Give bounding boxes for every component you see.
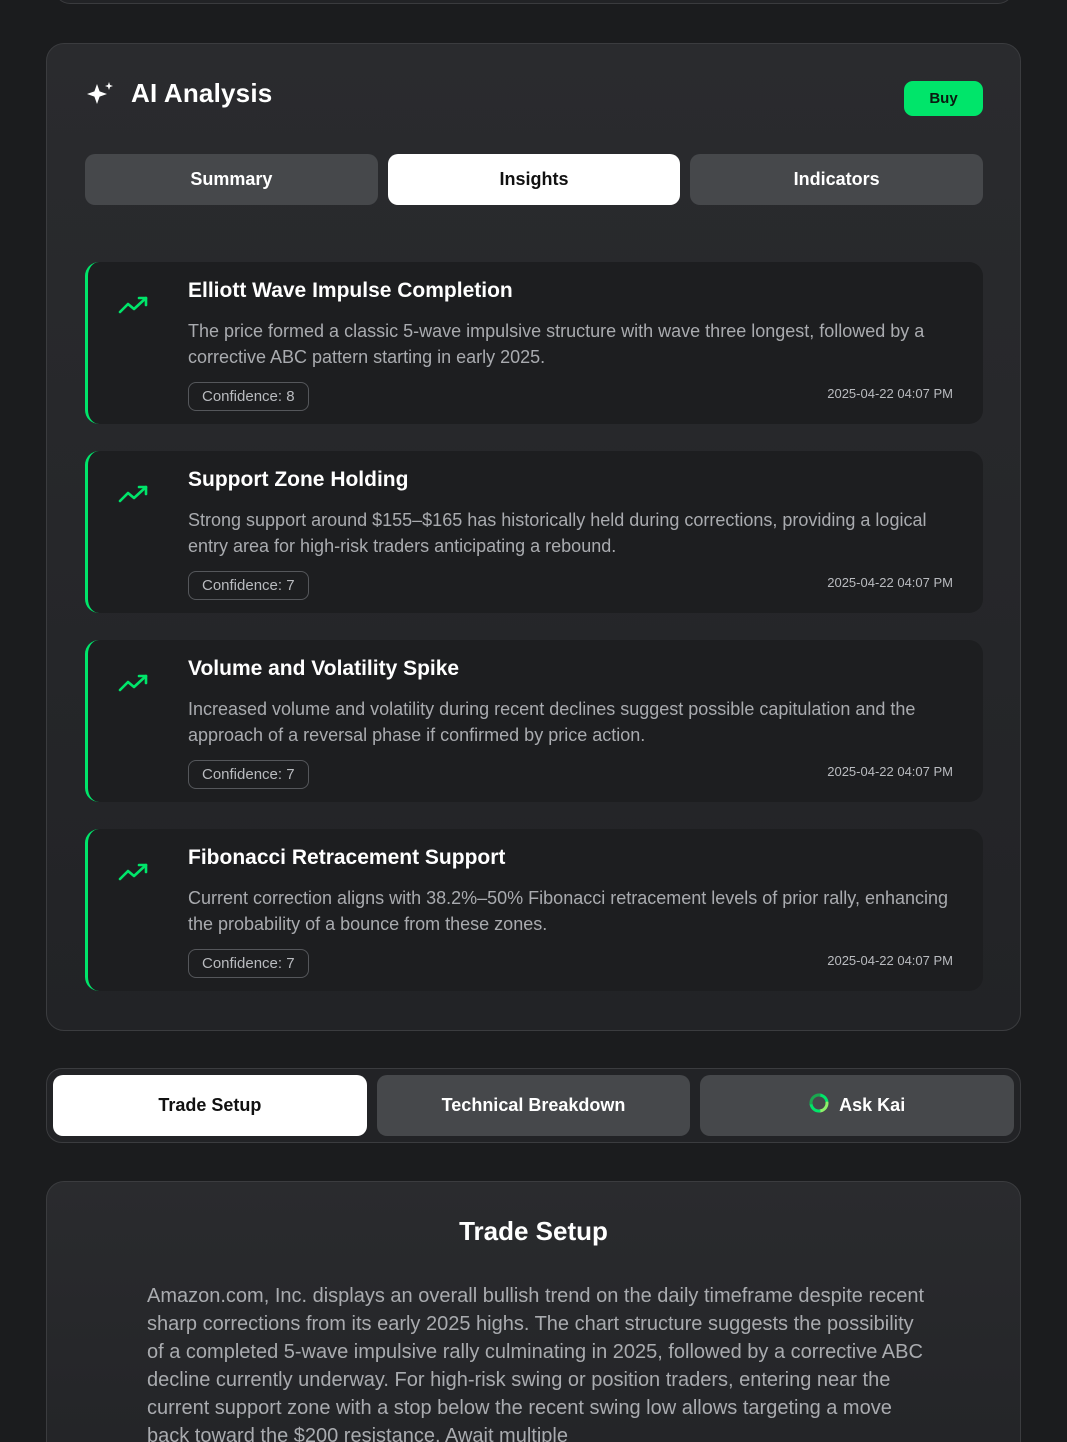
insight-description: Strong support around $155–$165 has hist… bbox=[188, 510, 927, 556]
sparkles-icon bbox=[85, 80, 117, 108]
tab-insights[interactable]: Insights bbox=[387, 154, 681, 205]
kai-icon bbox=[809, 1093, 829, 1118]
confidence-badge: Confidence: 7 bbox=[188, 571, 309, 600]
insight-title: Elliott Wave Impulse Completion bbox=[188, 279, 513, 302]
ai-analysis-header: AI Analysis bbox=[85, 78, 272, 109]
signal-badge: Buy bbox=[904, 81, 983, 116]
insight-title: Support Zone Holding bbox=[188, 468, 409, 491]
insight-description: Increased volume and volatility during r… bbox=[188, 699, 916, 745]
insight-timestamp: 2025-04-22 04:07 PM bbox=[827, 386, 953, 401]
trending-up-icon bbox=[118, 672, 150, 699]
insight-timestamp: 2025-04-22 04:07 PM bbox=[827, 575, 953, 590]
trade-setup-title: Trade Setup bbox=[459, 1216, 608, 1246]
trending-up-icon bbox=[118, 483, 150, 510]
tab-summary[interactable]: Summary bbox=[85, 154, 378, 205]
insight-title: Volume and Volatility Spike bbox=[188, 657, 460, 680]
ai-analysis-title: AI Analysis bbox=[131, 78, 273, 108]
confidence-badge: Confidence: 8 bbox=[188, 382, 309, 411]
insight-card: Fibonacci Retracement Support Current co… bbox=[85, 829, 983, 991]
tab-trade-setup[interactable]: Trade Setup bbox=[53, 1075, 367, 1136]
section-tabs: Trade Setup Technical Breakdown Ask Kai bbox=[46, 1068, 1021, 1143]
tab-ask-kai[interactable]: Ask Kai bbox=[700, 1075, 1015, 1136]
tab-label: Ask Kai bbox=[839, 1095, 906, 1115]
insight-timestamp: 2025-04-22 04:07 PM bbox=[827, 953, 953, 968]
confidence-badge: Confidence: 7 bbox=[188, 949, 309, 978]
tab-label: Trade Setup bbox=[158, 1095, 262, 1115]
tab-indicators[interactable]: Indicators bbox=[690, 154, 984, 205]
confidence-badge: Confidence: 7 bbox=[188, 760, 309, 789]
analysis-tabs: Summary Insights Indicators bbox=[85, 154, 984, 205]
insight-card: Volume and Volatility Spike Increased vo… bbox=[85, 640, 983, 802]
insights-list: Elliott Wave Impulse Completion The pric… bbox=[85, 262, 983, 1018]
insight-card: Elliott Wave Impulse Completion The pric… bbox=[85, 262, 983, 424]
trending-up-icon bbox=[118, 294, 150, 321]
trending-up-icon bbox=[118, 861, 150, 888]
trade-setup-card: Trade Setup Amazon.com, Inc. displays an… bbox=[46, 1181, 1021, 1442]
insight-title: Fibonacci Retracement Support bbox=[188, 846, 506, 869]
insight-description: Current correction aligns with 38.2%–50%… bbox=[188, 888, 949, 934]
insight-description: The price formed a classic 5-wave impuls… bbox=[188, 321, 925, 367]
previous-card-edge bbox=[54, 0, 1014, 4]
tab-technical-breakdown[interactable]: Technical Breakdown bbox=[376, 1075, 691, 1136]
trade-setup-text: Amazon.com, Inc. displays an overall bul… bbox=[147, 1285, 925, 1442]
tab-label: Technical Breakdown bbox=[441, 1095, 626, 1115]
ai-analysis-card: AI Analysis Buy Summary Insights Indicat… bbox=[46, 43, 1021, 1031]
insight-timestamp: 2025-04-22 04:07 PM bbox=[827, 764, 953, 779]
insight-card: Support Zone Holding Strong support arou… bbox=[85, 451, 983, 613]
